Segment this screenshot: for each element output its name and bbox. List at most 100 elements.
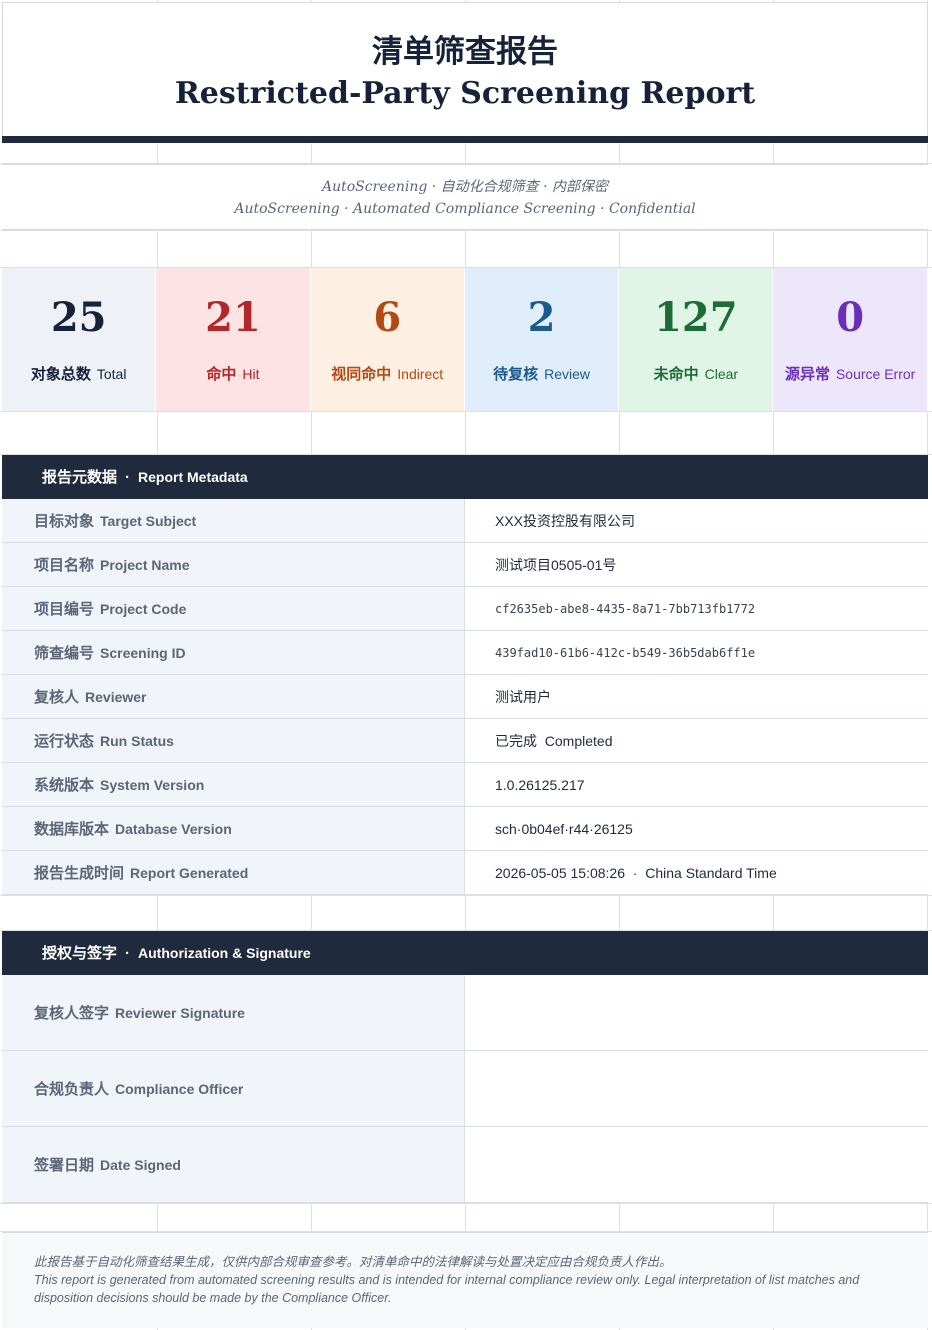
metadata-value: sch·0b04ef·r44·26125 [465, 807, 928, 850]
key-en: Report Generated [130, 865, 249, 881]
signature-row-date-signed: 签署日期 Date Signed [2, 1127, 928, 1203]
kpi-label-cn: 视同命中 [331, 366, 392, 383]
metadata-key: 目标对象 Target Subject [2, 499, 465, 542]
section-title-en: Report Metadata [138, 469, 248, 485]
kpi-label-cn: 未命中 [653, 366, 699, 383]
key-en: Screening ID [100, 645, 186, 661]
kpi-value: 127 [654, 294, 738, 341]
kpi-label-en: Hit [242, 366, 260, 382]
key-en: Project Name [100, 557, 190, 573]
metadata-row-run-status: 运行状态 Run Status 已完成 Completed [2, 719, 928, 763]
key-en: Database Version [115, 821, 232, 837]
kpi-value: 21 [205, 294, 261, 341]
key-cn: 复核人签字 [34, 1005, 110, 1022]
metadata-key: 系统版本 System Version [2, 763, 465, 806]
signature-row-compliance-officer: 合规负责人 Compliance Officer [2, 1051, 928, 1127]
signature-key: 签署日期 Date Signed [2, 1127, 465, 1202]
metadata-row-database-version: 数据库版本 Database Version sch·0b04ef·r44·261… [2, 807, 928, 851]
kpi-value: 2 [527, 294, 556, 341]
metadata-row-project-name: 项目名称 Project Name 测试项目0505-01号 [2, 543, 928, 587]
disclaimer-footer: 此报告基于自动化筛查结果生成，仅供内部合规审查参考。对清单命中的法律解读与处置决… [2, 1232, 928, 1328]
section-title-separator: · [125, 945, 131, 962]
metadata-value: 439fad10-61b6-412c-b549-36b5dab6ff1e [465, 631, 928, 674]
kpi-label: 源异常 Source Error [773, 364, 926, 385]
kpi-label: 待复核 Review [465, 364, 618, 385]
key-en: Date Signed [100, 1157, 181, 1173]
key-cn: 数据库版本 [34, 821, 110, 838]
key-en: Project Code [100, 601, 187, 617]
kpi-label-cn: 命中 [206, 366, 237, 383]
key-en: Target Subject [100, 513, 197, 529]
section-header-metadata: 报告元数据 · Report Metadata [2, 455, 928, 499]
metadata-value: 测试用户 [465, 675, 928, 718]
kpi-card-total: 25 对象总数 Total [2, 268, 157, 411]
key-cn: 运行状态 [34, 733, 95, 750]
kpi-label-cn: 源异常 [784, 366, 830, 383]
kpi-label-cn: 待复核 [493, 366, 539, 383]
key-en: Compliance Officer [115, 1081, 244, 1097]
key-en: Reviewer [85, 689, 147, 705]
metadata-row-target-subject: 目标对象 Target Subject XXX投资控股有限公司 [2, 499, 928, 543]
kpi-card-source-error: 0 源异常 Source Error [773, 268, 928, 411]
section-header-signature: 授权与签字 · Authorization & Signature [2, 931, 928, 975]
report-title-block: 清单筛查报告 Restricted-Party Screening Report [2, 2, 928, 138]
signature-field[interactable] [465, 975, 928, 1050]
kpi-label: 未命中 Clear [619, 364, 772, 385]
signature-field[interactable] [465, 1051, 928, 1126]
key-en: Run Status [100, 733, 174, 749]
kpi-label-en: Indirect [397, 366, 444, 382]
section-title-cn: 授权与签字 [42, 945, 118, 962]
metadata-row-reviewer: 复核人 Reviewer 测试用户 [2, 675, 928, 719]
kpi-label-en: Review [544, 366, 590, 382]
key-cn: 合规负责人 [34, 1081, 110, 1098]
grid-row-line [0, 411, 932, 412]
metadata-key: 报告生成时间 Report Generated [2, 851, 465, 894]
signature-key: 合规负责人 Compliance Officer [2, 1051, 465, 1126]
kpi-summary-row: 25 对象总数 Total 21 命中 Hit 6 视同命中 Indirect 2 待… [2, 268, 928, 411]
key-en: System Version [100, 777, 205, 793]
kpi-card-hit: 21 命中 Hit [156, 268, 311, 411]
section-title-cn: 报告元数据 [42, 469, 118, 486]
kpi-label: 命中 Hit [156, 364, 309, 385]
kpi-card-review: 2 待复核 Review [464, 268, 620, 411]
metadata-value: 测试项目0505-01号 [465, 543, 928, 586]
metadata-row-system-version: 系统版本 System Version 1.0.26125.217 [2, 763, 928, 807]
metadata-key: 数据库版本 Database Version [2, 807, 465, 850]
kpi-value: 0 [836, 294, 865, 341]
metadata-key: 运行状态 Run Status [2, 719, 465, 762]
grid-row-line [0, 230, 932, 231]
signature-key: 复核人签字 Reviewer Signature [2, 975, 465, 1050]
kpi-label-cn: 对象总数 [30, 366, 91, 383]
kpi-card-clear: 127 未命中 Clear [619, 268, 774, 411]
key-cn: 筛查编号 [34, 645, 95, 662]
kpi-label: 对象总数 Total [2, 364, 155, 385]
grid-row-line [0, 1203, 932, 1204]
section-title-separator: · [125, 469, 131, 486]
kpi-value: 6 [373, 294, 402, 341]
title-divider-bar [2, 136, 928, 143]
key-cn: 目标对象 [34, 513, 95, 530]
metadata-row-report-generated: 报告生成时间 Report Generated 2026-05-05 15:08:… [2, 851, 928, 895]
kpi-label-en: Total [96, 366, 127, 382]
metadata-value: 2026-05-05 15:08:26 · China Standard Tim… [465, 851, 928, 894]
metadata-value: 已完成 Completed [465, 719, 928, 762]
key-cn: 项目编号 [34, 601, 95, 618]
key-cn: 报告生成时间 [34, 865, 125, 882]
report-title-en: Restricted-Party Screening Report [174, 76, 756, 111]
report-title-cn: 清单筛查报告 [372, 34, 558, 70]
signature-field[interactable] [465, 1127, 928, 1202]
kpi-card-indirect: 6 视同命中 Indirect [310, 268, 465, 411]
disclaimer-en: This report is generated from automated … [34, 1273, 860, 1305]
report-subtitle-block: AutoScreening · 自动化合规筛查 · 内部保密 AutoScree… [2, 164, 928, 230]
kpi-label: 视同命中 Indirect [311, 364, 464, 385]
metadata-value: XXX投资控股有限公司 [465, 499, 928, 542]
subtitle-cn: AutoScreening · 自动化合规筛查 · 内部保密 [321, 179, 609, 195]
metadata-key: 项目编号 Project Code [2, 587, 465, 630]
kpi-label-en: Clear [704, 366, 739, 382]
kpi-label-en: Source Error [835, 366, 916, 382]
disclaimer-cn: 此报告基于自动化筛查结果生成，仅供内部合规审查参考。对清单命中的法律解读与处置决… [34, 1255, 672, 1269]
signature-row-reviewer: 复核人签字 Reviewer Signature [2, 975, 928, 1051]
metadata-row-screening-id: 筛查编号 Screening ID 439fad10-61b6-412c-b549… [2, 631, 928, 675]
section-title-en: Authorization & Signature [138, 945, 311, 961]
metadata-row-project-code: 项目编号 Project Code cf2635eb-abe8-4435-8a71… [2, 587, 928, 631]
